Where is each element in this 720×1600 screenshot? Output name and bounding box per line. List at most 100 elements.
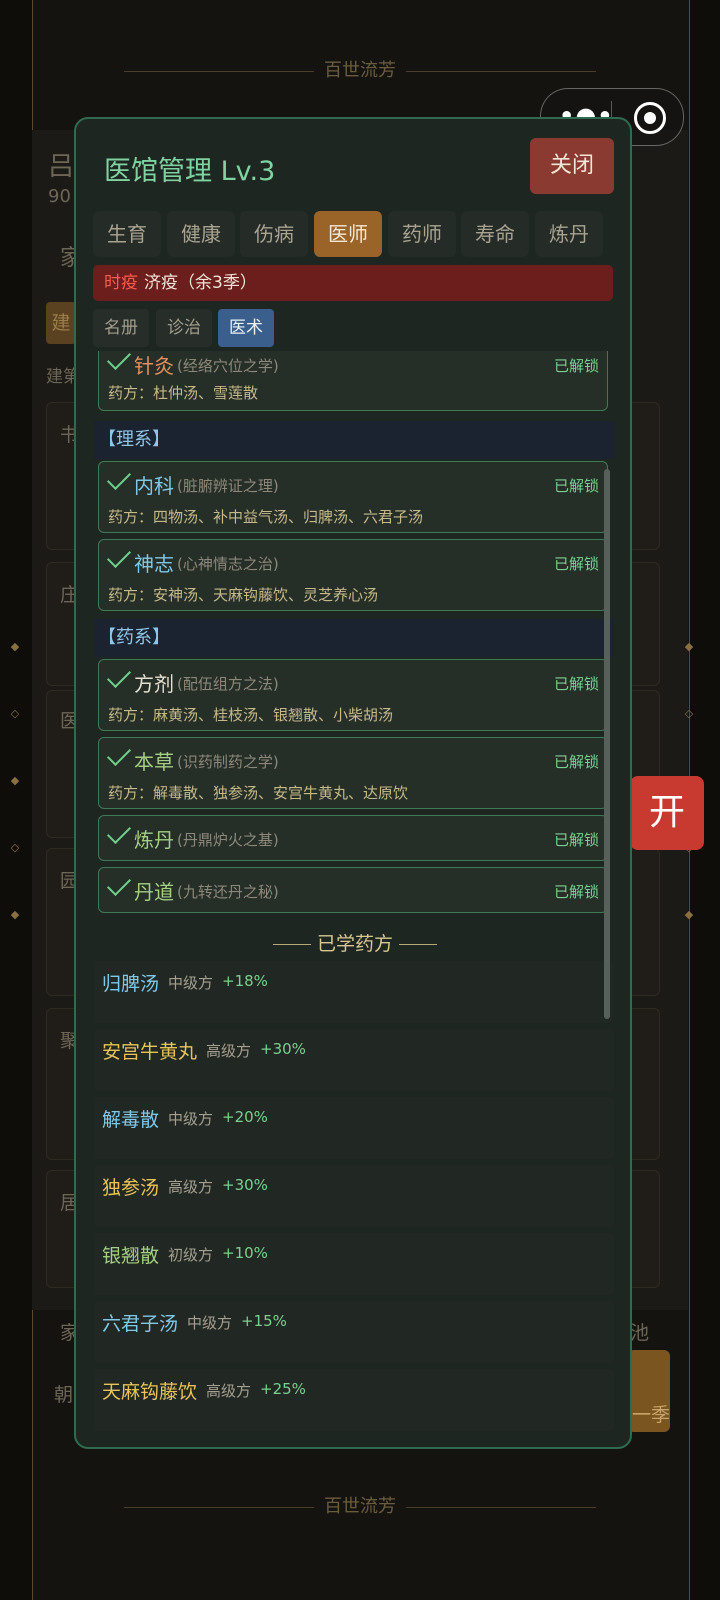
banner-title-bottom: 百世流芳	[0, 1492, 720, 1518]
skill-status: 已解锁	[553, 675, 599, 693]
tab-physician[interactable]: 医师	[314, 211, 382, 257]
recipe-bonus: +10%	[222, 1244, 268, 1262]
plague-tag: 时疫	[104, 273, 138, 293]
check-icon	[106, 351, 132, 371]
skill-status: 已解锁	[553, 753, 599, 771]
close-button[interactable]: 关闭	[530, 138, 614, 194]
recipe-grade: 高级方	[206, 1042, 252, 1060]
subtab-roster[interactable]: 名册	[93, 309, 149, 347]
recipe-name: 归脾汤	[102, 973, 160, 995]
learned-recipe-row: 独参汤 高级方 +30%	[94, 1165, 614, 1227]
skill-card: 针灸 (经络穴位之学) 已解锁 药方：杜仲汤、雪莲散	[98, 351, 608, 411]
skill-desc: (配伍组方之法)	[177, 675, 279, 693]
bg-button: 建	[46, 302, 76, 344]
tab-alchemy[interactable]: 炼丹	[535, 211, 603, 257]
recipe-bonus: +30%	[222, 1176, 268, 1194]
bg-stats: 90	[48, 186, 71, 207]
recipe-grade: 中级方	[187, 1314, 233, 1332]
left-ornament: ◆ ◇ ◆ ◇ ◆	[10, 640, 20, 921]
recipe-name: 安宫牛黄丸	[102, 1041, 198, 1063]
skill-status: 已解锁	[553, 357, 599, 375]
skill-name: 炼丹	[134, 828, 174, 852]
skill-card: 内科 (脏腑辨证之理) 已解锁 药方：四物汤、补中益气汤、归脾汤、六君子汤	[98, 461, 608, 533]
skill-recipes: 药方：解毒散、独参汤、安宫牛黄丸、达原饮	[108, 784, 409, 802]
check-icon	[106, 663, 132, 689]
skill-desc: (脏腑辨证之理)	[177, 477, 279, 495]
tab-health[interactable]: 健康	[167, 211, 235, 257]
learned-recipe-row: 安宫牛黄丸 高级方 +30%	[94, 1029, 614, 1091]
learned-recipes-title: 已学药方	[76, 929, 630, 956]
check-icon	[106, 543, 132, 569]
skill-card: 丹道 (九转还丹之秘) 已解锁	[98, 867, 608, 913]
recipe-grade: 初级方	[168, 1246, 214, 1264]
skill-status: 已解锁	[553, 555, 599, 573]
tab-lifespan[interactable]: 寿命	[461, 211, 529, 257]
skill-name: 内科	[134, 474, 174, 498]
plague-banner: 时疫 济疫（余3季）	[93, 265, 613, 301]
recipe-bonus: +18%	[222, 972, 268, 990]
skill-status: 已解锁	[553, 883, 599, 901]
section-header: 【理系】	[94, 421, 614, 459]
skills-scroll-area[interactable]: 针灸 (经络穴位之学) 已解锁 药方：杜仲汤、雪莲散 【理系】 内科 (脏腑辨证…	[76, 351, 630, 1447]
skill-desc: (识药制药之学)	[177, 753, 279, 771]
check-icon	[106, 871, 132, 897]
skill-name: 本草	[134, 750, 174, 774]
skill-recipes: 药方：杜仲汤、雪莲散	[108, 384, 259, 402]
recipe-name: 解毒散	[102, 1109, 160, 1131]
tab-injury[interactable]: 伤病	[240, 211, 308, 257]
recipe-bonus: +25%	[260, 1380, 306, 1398]
skill-recipes: 药方：麻黄汤、桂枝汤、银翘散、小柴胡汤	[108, 706, 394, 724]
skill-desc: (丹鼎炉火之基)	[177, 831, 279, 849]
check-icon	[106, 819, 132, 845]
skill-card: 方剂 (配伍组方之法) 已解锁 药方：麻黄汤、桂枝汤、银翘散、小柴胡汤	[98, 659, 608, 731]
check-icon	[106, 465, 132, 491]
skill-name: 针灸	[134, 354, 174, 378]
modal-title: 医馆管理 Lv.3	[104, 156, 276, 187]
clinic-management-modal: 医馆管理 Lv.3 关闭 生育 健康 伤病 医师 药师 寿命 炼丹 时疫 济疫（余…	[74, 117, 632, 1449]
tab-birth[interactable]: 生育	[93, 211, 161, 257]
tab-pharmacist[interactable]: 药师	[388, 211, 456, 257]
target-icon[interactable]	[634, 102, 666, 134]
recipe-bonus: +15%	[241, 1312, 287, 1330]
skill-recipes: 药方：安神汤、天麻钩藤饮、灵芝养心汤	[108, 586, 379, 604]
skill-name: 丹道	[134, 880, 174, 904]
skill-desc: (经络穴位之学)	[177, 357, 279, 375]
open-button[interactable]: 开	[630, 776, 704, 850]
skill-card: 炼丹 (丹鼎炉火之基) 已解锁	[98, 815, 608, 861]
learned-recipe-row: 银翘散 初级方 +10%	[94, 1233, 614, 1295]
skill-desc: (九转还丹之秘)	[177, 883, 279, 901]
skill-name: 神志	[134, 552, 174, 576]
scrollbar[interactable]	[604, 469, 610, 1019]
bg-bottom-label: 朝	[54, 1384, 74, 1406]
banner-title-top: 百世流芳	[0, 56, 720, 82]
learned-recipe-row: 天麻钩藤饮 高级方 +25%	[94, 1369, 614, 1431]
skill-recipes: 药方：四物汤、补中益气汤、归脾汤、六君子汤	[108, 508, 424, 526]
recipe-bonus: +30%	[260, 1040, 306, 1058]
skill-status: 已解锁	[553, 831, 599, 849]
recipe-grade: 中级方	[168, 974, 214, 992]
bg-bottom-label: 一季	[632, 1404, 671, 1426]
learned-recipe-row: 归脾汤 中级方 +18%	[94, 961, 614, 1023]
bg-header: 吕	[48, 152, 75, 182]
learned-recipe-row: 解毒散 中级方 +20%	[94, 1097, 614, 1159]
subtab-medical-arts[interactable]: 医术	[218, 309, 274, 347]
recipe-name: 银翘散	[102, 1245, 160, 1267]
bg-bottom-label: 池	[630, 1322, 650, 1344]
recipe-grade: 高级方	[168, 1178, 214, 1196]
learned-recipe-row: 六君子汤 中级方 +15%	[94, 1301, 614, 1363]
skill-name: 方剂	[134, 672, 174, 696]
skill-card: 神志 (心神情志之治) 已解锁 药方：安神汤、天麻钩藤饮、灵芝养心汤	[98, 539, 608, 611]
section-header: 【药系】	[94, 619, 614, 657]
recipe-name: 六君子汤	[102, 1313, 179, 1335]
recipe-name: 天麻钩藤饮	[102, 1381, 198, 1403]
subtab-treatment[interactable]: 诊治	[156, 309, 212, 347]
recipe-bonus: +20%	[222, 1108, 268, 1126]
plague-text: 济疫（余3季）	[144, 273, 257, 293]
check-icon	[106, 741, 132, 767]
skill-card: 本草 (识药制药之学) 已解锁 药方：解毒散、独参汤、安宫牛黄丸、达原饮	[98, 737, 608, 809]
skill-status: 已解锁	[553, 477, 599, 495]
recipe-grade: 中级方	[168, 1110, 214, 1128]
recipe-grade: 高级方	[206, 1382, 252, 1400]
recipe-name: 独参汤	[102, 1177, 160, 1199]
skill-desc: (心神情志之治)	[177, 555, 279, 573]
